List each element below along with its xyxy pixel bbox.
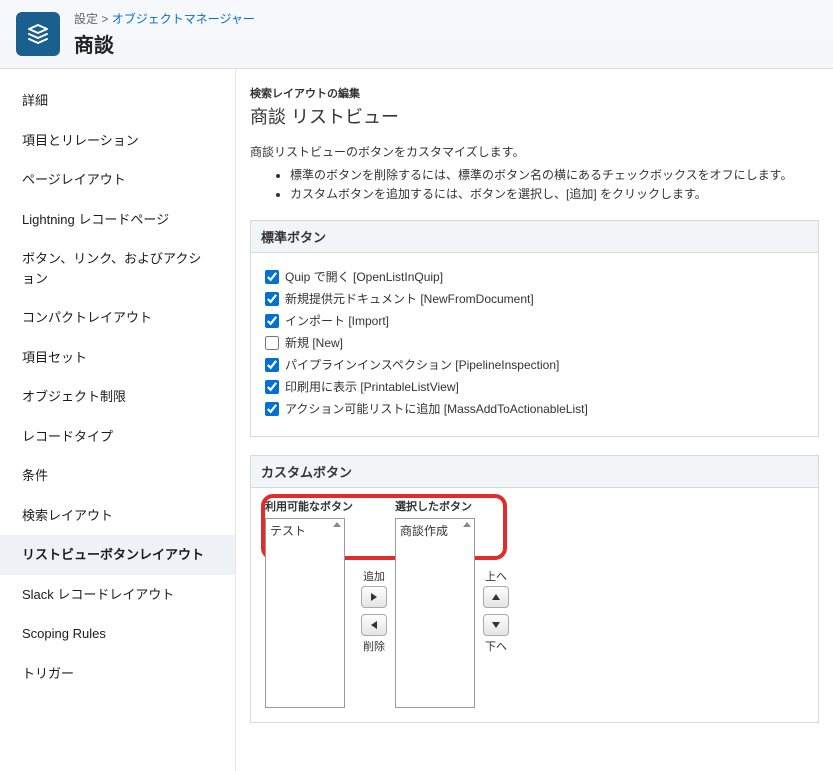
list-option[interactable]: テスト xyxy=(268,521,342,540)
standard-button-row[interactable]: パイプラインインスペクション [PipelineInspection] xyxy=(265,356,804,373)
standard-button-checkbox[interactable] xyxy=(265,380,279,394)
standard-button-label: アクション可能リストに追加 [MassAddToActionableList] xyxy=(285,400,588,417)
up-label: 上へ xyxy=(485,568,507,584)
remove-button[interactable] xyxy=(361,614,387,636)
standard-button-row[interactable]: 新規提供元ドキュメント [NewFromDocument] xyxy=(265,290,804,307)
available-buttons-label: 利用可能なボタン xyxy=(265,498,353,514)
breadcrumb-setup: 設定 xyxy=(74,12,98,26)
help-bullets: 標準のボタンを削除するには、標準のボタン名の横にあるチェックボックスをオフにしま… xyxy=(290,166,819,204)
sidebar-item[interactable]: 詳細 xyxy=(0,81,235,121)
add-button[interactable] xyxy=(361,586,387,608)
selected-buttons-listbox[interactable]: 商談作成 xyxy=(395,518,475,708)
standard-button-checkbox[interactable] xyxy=(265,358,279,372)
standard-button-checkbox[interactable] xyxy=(265,292,279,306)
sidebar-item[interactable]: Scoping Rules xyxy=(0,614,235,654)
standard-button-label: 新規提供元ドキュメント [NewFromDocument] xyxy=(285,290,534,307)
available-buttons-listbox[interactable]: テスト xyxy=(265,518,345,708)
sidebar: 詳細項目とリレーションページレイアウトLightning レコードページボタン、… xyxy=(0,69,236,771)
selected-buttons-label: 選択したボタン xyxy=(395,498,475,514)
breadcrumb-object-manager-link[interactable]: オブジェクトマネージャー xyxy=(112,12,255,26)
object-icon xyxy=(16,12,60,56)
move-up-button[interactable] xyxy=(483,586,509,608)
sidebar-item[interactable]: 項目セット xyxy=(0,338,235,378)
move-down-button[interactable] xyxy=(483,614,509,636)
main-description: 商談リストビューのボタンをカスタマイズします。 xyxy=(250,143,819,160)
sidebar-item[interactable]: レコードタイプ xyxy=(0,417,235,457)
standard-button-checkbox[interactable] xyxy=(265,336,279,350)
sidebar-item[interactable]: 検索レイアウト xyxy=(0,496,235,536)
standard-buttons-body: Quip で開く [OpenListInQuip] 新規提供元ドキュメント [Ne… xyxy=(250,253,819,437)
standard-button-label: パイプラインインスペクション [PipelineInspection] xyxy=(285,356,559,373)
page-header: 設定 > オブジェクトマネージャー 商談 xyxy=(0,0,833,69)
custom-buttons-header: カスタムボタン xyxy=(250,455,819,488)
sidebar-item[interactable]: ボタン、リンク、およびアクション xyxy=(0,239,235,298)
main-title: 商談 リストビュー xyxy=(250,103,819,129)
standard-button-row[interactable]: 新規 [New] xyxy=(265,334,804,351)
page-title: 商談 xyxy=(74,29,255,58)
standard-buttons-header: 標準ボタン xyxy=(250,220,819,253)
sidebar-item[interactable]: コンパクトレイアウト xyxy=(0,298,235,338)
main-panel: 検索レイアウトの編集 商談 リストビュー 商談リストビューのボタンをカスタマイズ… xyxy=(236,69,833,771)
remove-label: 削除 xyxy=(363,638,385,654)
edit-layout-label: 検索レイアウトの編集 xyxy=(250,85,819,101)
sidebar-item[interactable]: Lightning レコードページ xyxy=(0,200,235,240)
sidebar-item[interactable]: 条件 xyxy=(0,456,235,496)
list-option[interactable]: 商談作成 xyxy=(398,521,472,540)
standard-button-label: 新規 [New] xyxy=(285,334,343,351)
sidebar-item[interactable]: オブジェクト制限 xyxy=(0,377,235,417)
standard-button-label: Quip で開く [OpenListInQuip] xyxy=(285,268,443,285)
standard-button-row[interactable]: 印刷用に表示 [PrintableListView] xyxy=(265,378,804,395)
help-bullet: カスタムボタンを追加するには、ボタンを選択し、[追加] をクリックします。 xyxy=(290,185,819,204)
sidebar-item[interactable]: 項目とリレーション xyxy=(0,121,235,161)
standard-button-label: 印刷用に表示 [PrintableListView] xyxy=(285,378,459,395)
help-bullet: 標準のボタンを削除するには、標準のボタン名の横にあるチェックボックスをオフにしま… xyxy=(290,166,819,185)
custom-buttons-body: 利用可能なボタン テスト 追加 削除 選択したボタン 商談作成 xyxy=(250,488,819,723)
breadcrumb: 設定 > オブジェクトマネージャー xyxy=(74,10,255,27)
sidebar-item[interactable]: トリガー xyxy=(0,654,235,694)
standard-button-checkbox[interactable] xyxy=(265,314,279,328)
sidebar-item[interactable]: ページレイアウト xyxy=(0,160,235,200)
standard-button-label: インポート [Import] xyxy=(285,312,389,329)
add-label: 追加 xyxy=(363,568,385,584)
sidebar-item[interactable]: Slack レコードレイアウト xyxy=(0,575,235,615)
standard-button-row[interactable]: アクション可能リストに追加 [MassAddToActionableList] xyxy=(265,400,804,417)
down-label: 下へ xyxy=(485,638,507,654)
sidebar-item[interactable]: リストビューボタンレイアウト xyxy=(0,535,235,575)
standard-button-checkbox[interactable] xyxy=(265,402,279,416)
standard-button-row[interactable]: Quip で開く [OpenListInQuip] xyxy=(265,268,804,285)
standard-button-checkbox[interactable] xyxy=(265,270,279,284)
standard-button-row[interactable]: インポート [Import] xyxy=(265,312,804,329)
